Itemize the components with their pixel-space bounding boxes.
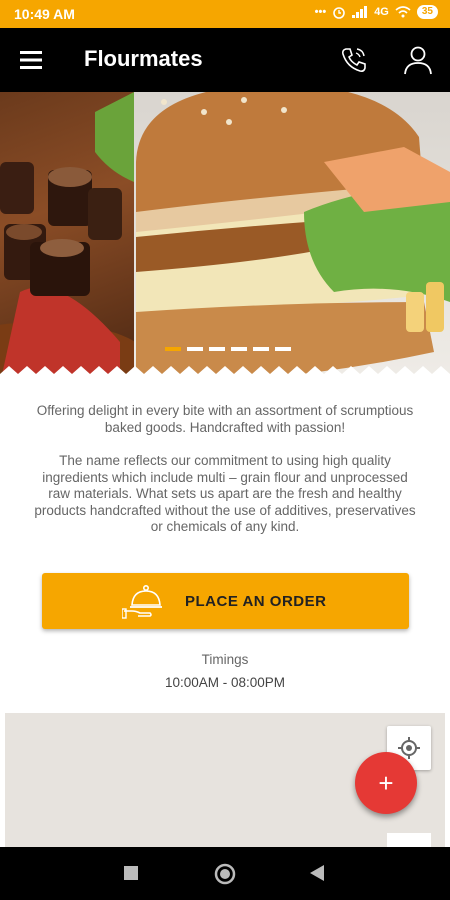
carousel-dot[interactable]: [275, 347, 291, 351]
status-time: 10:49 AM: [14, 6, 75, 22]
place-order-label: PLACE AN ORDER: [185, 593, 327, 610]
place-order-button[interactable]: PLACE AN ORDER: [42, 573, 409, 629]
plus-icon: +: [378, 768, 394, 798]
description-about: The name reflects our commitment to usin…: [34, 453, 416, 534]
carousel-dot[interactable]: [165, 347, 181, 351]
carousel-dot[interactable]: [209, 347, 225, 351]
signal-icon: [352, 6, 368, 18]
map-zoom-button[interactable]: [387, 833, 431, 847]
timings-label: Timings: [201, 652, 249, 667]
recent-apps-icon[interactable]: [123, 865, 139, 881]
add-fab-button[interactable]: +: [355, 752, 417, 814]
phone-icon[interactable]: [338, 44, 370, 76]
image-carousel[interactable]: [0, 92, 450, 384]
home-icon[interactable]: [213, 862, 237, 886]
timings-value: 10:00AM - 08:00PM: [164, 675, 286, 690]
brownies-image: [0, 92, 150, 384]
burger-image: [134, 92, 450, 384]
description-intro: Offering delight in every bite with an a…: [36, 403, 414, 435]
network-label: 4G: [374, 6, 389, 18]
alarm-icon: [333, 7, 345, 19]
system-nav-bar: [0, 847, 450, 900]
app-title: Flourmates: [84, 46, 203, 71]
zigzag-divider: [0, 366, 450, 386]
battery-icon: 35: [416, 5, 438, 19]
status-bar: 10:49 AM ••• 4G 35: [0, 0, 450, 28]
carousel-indicators[interactable]: [165, 347, 291, 351]
carousel-dot[interactable]: [187, 347, 203, 351]
wifi-icon: [395, 6, 411, 18]
app-bar: Flourmates: [0, 28, 450, 92]
user-icon[interactable]: [402, 44, 434, 76]
menu-icon[interactable]: [20, 50, 44, 70]
carousel-dot[interactable]: [253, 347, 269, 351]
back-icon[interactable]: [309, 864, 325, 882]
status-icons: ••• 4G 35: [315, 5, 438, 19]
dots-icon: •••: [314, 6, 327, 18]
serving-tray-icon: [122, 584, 162, 619]
carousel-dot[interactable]: [231, 347, 247, 351]
